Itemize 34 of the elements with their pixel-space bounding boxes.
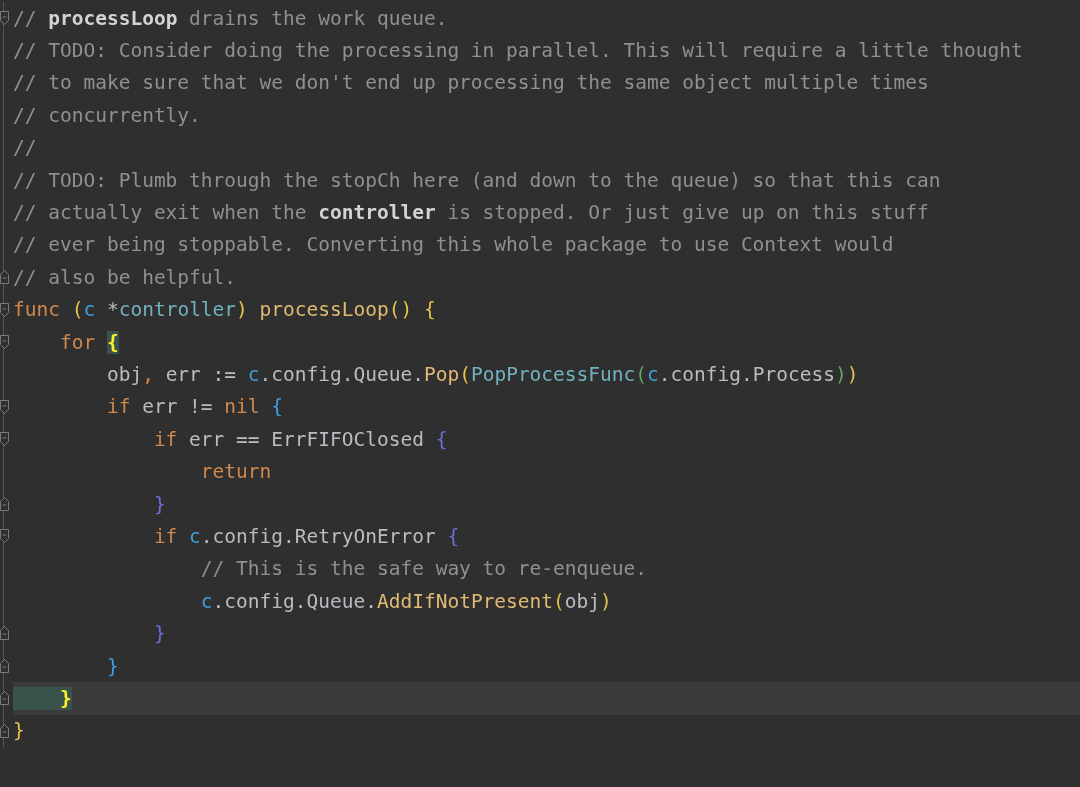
code-line: c.config.Queue.AddIfNotPresent(obj) [199, 589, 612, 613]
code-line: // This is the safe way to re-enqueue. [199, 557, 647, 581]
code-line: if err != nil { [105, 395, 284, 419]
code-line: // ever being stoppable. Converting this whole package to use Context would [13, 233, 894, 257]
fold-icon[interactable] [0, 529, 9, 544]
fold-icon[interactable] [0, 723, 9, 738]
fold-icon[interactable] [0, 691, 9, 706]
code-line: obj, err := c.config.Queue.Pop(PopProcessFunc(c.config.Process)) [105, 363, 859, 386]
code-line: } [105, 654, 119, 678]
code-line: // [13, 136, 37, 160]
code-line: } [152, 492, 166, 516]
code-line: func (c *controller) processLoop() { [13, 298, 436, 322]
code-line: // TODO: Plumb through the stopCh here (and down to the queue) so that this can [13, 168, 941, 192]
fold-icon[interactable] [0, 11, 9, 25]
fold-icon[interactable] [0, 432, 9, 447]
code-line: if c.config.RetryOnError { [152, 524, 460, 548]
code-line: // TODO: Consider doing the processing in parallel. This will require a little thought [13, 39, 1023, 63]
fold-icon[interactable] [0, 302, 9, 317]
fold-icon[interactable] [0, 496, 9, 511]
fold-icon[interactable] [0, 270, 9, 285]
fold-icon[interactable] [0, 399, 9, 414]
fold-icon[interactable] [0, 626, 9, 641]
code-line: // processLoop drains the work queue. [13, 6, 448, 30]
code-line: } [13, 719, 25, 743]
fold-icon[interactable] [0, 658, 9, 673]
code-line: if err == ErrFIFOClosed { [152, 427, 448, 451]
code-line: return [199, 460, 272, 484]
code-line: for { [58, 330, 119, 354]
code-line: // concurrently. [13, 103, 201, 127]
code-line: // to make sure that we don't end up processing the same object multiple times [13, 71, 929, 95]
fold-icon[interactable] [0, 334, 9, 349]
code-line: } [152, 622, 166, 646]
code-line: // also be helpful. [13, 265, 237, 289]
code-line: // actually exit when the controller is stopped. Or just give up on this stuff [13, 201, 929, 225]
